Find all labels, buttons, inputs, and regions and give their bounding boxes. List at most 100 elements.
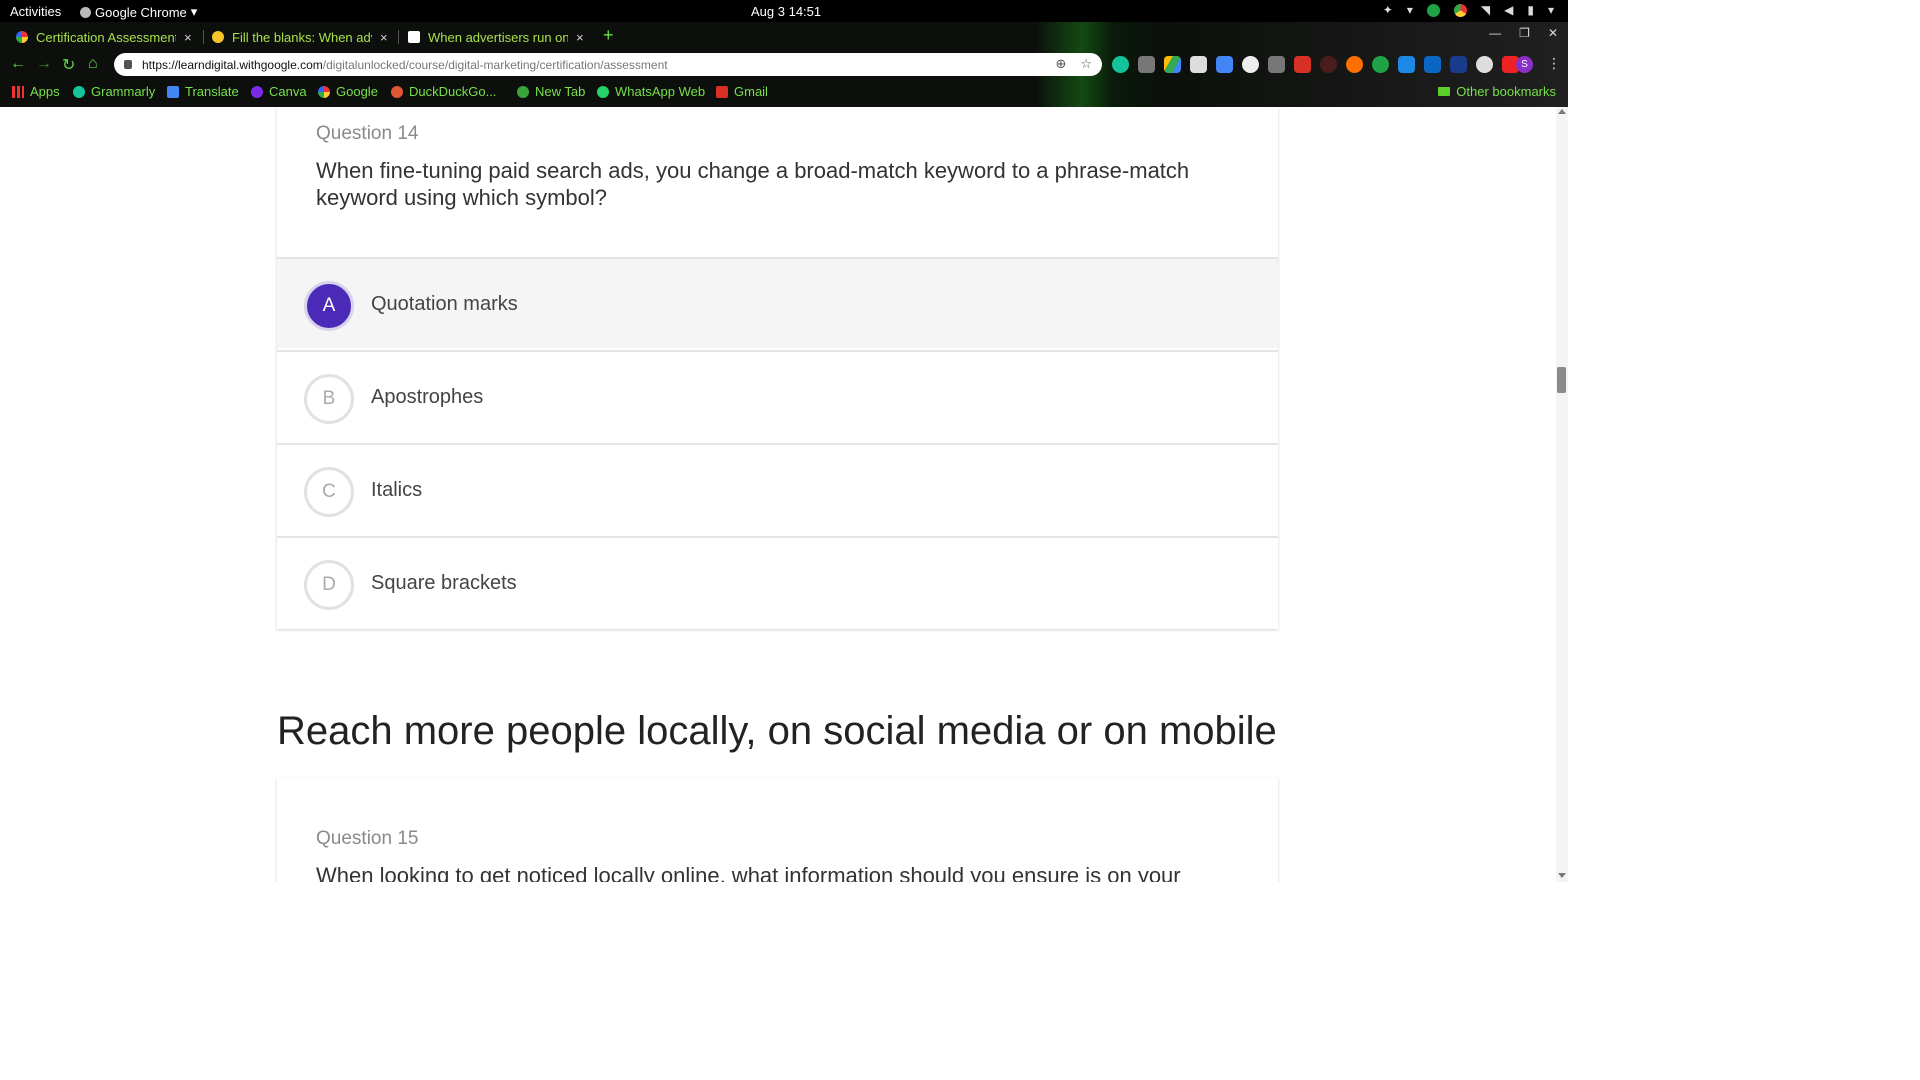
bookmark-canva[interactable]: Canva	[251, 84, 307, 99]
home-icon[interactable]: ⌂	[88, 55, 98, 73]
close-window-icon[interactable]: ✕	[1548, 26, 1558, 40]
close-icon[interactable]: ×	[380, 30, 388, 45]
linkedin-extension-icon[interactable]	[1424, 56, 1441, 73]
circle-extension-icon[interactable]	[1476, 56, 1493, 73]
grammarly-icon	[73, 85, 85, 98]
bulb-favicon-icon	[212, 31, 224, 43]
tab-certification-assessment[interactable]: Certification Assessment ×	[16, 25, 192, 49]
brainly-favicon-icon	[408, 31, 420, 43]
extension-icon[interactable]	[1138, 56, 1155, 73]
question-number: Question 15	[316, 828, 419, 849]
bookmark-label: Grammarly	[91, 84, 156, 99]
chevron-down-icon[interactable]: ▾	[1407, 3, 1413, 17]
question-card: Question 15 When looking to get noticed …	[277, 778, 1278, 882]
question-card: Question 14 When fine-tuning paid search…	[277, 107, 1278, 629]
answer-option-b[interactable]: B Apostrophes	[277, 350, 1278, 441]
reload-icon[interactable]: ↻	[62, 55, 75, 75]
option-letter: C	[304, 467, 354, 517]
bookmarks-bar: Apps Grammarly Translate Canva Google Du…	[0, 81, 1568, 105]
gmail-icon	[716, 85, 728, 98]
chrome-tray-icon[interactable]	[1453, 3, 1467, 17]
bookmark-label: WhatsApp Web	[615, 84, 706, 99]
bookmark-grammarly[interactable]: Grammarly	[73, 84, 155, 99]
clock[interactable]: Aug 3 14:51	[751, 4, 821, 19]
tab-fill-the-blanks[interactable]: Fill the blanks: When adv ×	[212, 25, 388, 49]
url-path: /digitalunlocked/course/digital-marketin…	[322, 57, 668, 72]
system-tray[interactable]: ✦ ▾ ◥ ◀ ▮ ▾	[1383, 3, 1554, 17]
evernote-extension-icon[interactable]	[1372, 56, 1389, 73]
bookmark-label: Apps	[30, 84, 60, 99]
bookmark-translate[interactable]: Translate	[167, 84, 239, 99]
google-icon	[318, 85, 330, 98]
option-text: Square brackets	[371, 572, 517, 594]
forward-arrow-icon[interactable]: →	[36, 55, 52, 73]
bookmark-label: Gmail	[734, 84, 768, 99]
new-tab-button[interactable]: +	[603, 25, 614, 46]
gmail-extension-icon[interactable]	[1294, 56, 1311, 73]
screen-extension-icon[interactable]	[1216, 56, 1233, 73]
bookmark-other[interactable]: Other bookmarks	[1438, 84, 1556, 99]
k-extension-icon[interactable]	[1320, 56, 1337, 73]
bookmark-google[interactable]: Google	[318, 84, 378, 99]
google-drive-extension-icon[interactable]	[1164, 56, 1181, 73]
triangle-extension-icon[interactable]	[1450, 56, 1467, 73]
tab-strip: Certification Assessment × Fill the blan…	[0, 22, 1568, 49]
app-menu[interactable]: Google Chrome ▾	[80, 4, 197, 20]
duckduckgo-icon	[391, 85, 403, 98]
wifi-icon[interactable]: ◥	[1481, 3, 1490, 17]
bookmark-label: Canva	[269, 84, 307, 99]
bookmark-apps[interactable]: Apps	[12, 84, 60, 99]
scroll-down-arrow-icon[interactable]	[1558, 873, 1566, 878]
omnibox-actions: ⊕ ☆	[1055, 56, 1092, 72]
zoom-icon[interactable]: ⊕	[1055, 56, 1066, 72]
option-letter: A	[304, 281, 354, 331]
timer-extension-icon[interactable]	[1242, 56, 1259, 73]
bookmark-label: Translate	[185, 84, 239, 99]
restore-icon[interactable]: ❐	[1519, 26, 1530, 40]
extensions-toolbar	[1112, 56, 1519, 73]
lock-icon[interactable]	[124, 60, 132, 69]
volume-icon[interactable]: ◀	[1504, 3, 1513, 17]
notification-bubble-icon[interactable]	[1426, 3, 1440, 17]
mail-extension-icon[interactable]	[1190, 56, 1207, 73]
close-icon[interactable]: ×	[184, 30, 192, 45]
page-scrollbar[interactable]	[1556, 107, 1568, 882]
s-extension-icon[interactable]	[1398, 56, 1415, 73]
back-arrow-icon[interactable]: ←	[10, 55, 26, 73]
menu-kebab-icon[interactable]: ⋮	[1547, 55, 1561, 72]
bookmark-duckduckgo[interactable]: DuckDuckGo...	[391, 84, 496, 99]
bookmark-label: DuckDuckGo...	[409, 84, 497, 99]
grammarly-extension-icon[interactable]	[1112, 56, 1129, 73]
tab-when-advertisers-run[interactable]: When advertisers run onl ×	[408, 25, 584, 49]
answer-option-c[interactable]: C Italics	[277, 443, 1278, 534]
scroll-thumb[interactable]	[1557, 367, 1566, 393]
globe-icon	[517, 85, 529, 98]
answer-option-d[interactable]: D Square brackets	[277, 536, 1278, 627]
bookmark-whatsapp-web[interactable]: WhatsApp Web	[597, 84, 705, 99]
section-heading: Reach more people locally, on social med…	[277, 709, 1277, 753]
navigation-bar: ← → ↻ ⌂ https://learndigital.withgoogle.…	[0, 51, 1568, 79]
bookmark-gmail[interactable]: Gmail	[716, 84, 768, 99]
bookmark-star-icon[interactable]: ☆	[1080, 56, 1092, 72]
chevron-down-icon[interactable]: ▾	[1548, 3, 1554, 17]
address-bar[interactable]: https://learndigital.withgoogle.com/digi…	[114, 53, 1102, 76]
answer-option-a[interactable]: A Quotation marks	[277, 257, 1278, 348]
google-favicon-icon	[16, 31, 28, 43]
record-extension-icon[interactable]	[1268, 56, 1285, 73]
accessibility-icon[interactable]: ✦	[1383, 3, 1393, 17]
bookmark-new-tab[interactable]: New Tab	[517, 84, 585, 99]
scroll-up-arrow-icon[interactable]	[1558, 109, 1566, 114]
honey-extension-icon[interactable]	[1346, 56, 1363, 73]
minimize-icon[interactable]: —	[1489, 26, 1501, 40]
profile-avatar[interactable]: S	[1516, 56, 1533, 73]
tab-separator	[398, 30, 399, 44]
question-text: When looking to get noticed locally onli…	[316, 863, 1181, 882]
option-text: Quotation marks	[371, 293, 518, 315]
bookmark-label: Google	[336, 84, 378, 99]
url-host: https://learndigital.withgoogle.com	[142, 57, 323, 72]
close-icon[interactable]: ×	[576, 30, 584, 45]
battery-icon[interactable]: ▮	[1527, 3, 1534, 17]
tab-title: When advertisers run onl	[428, 29, 568, 45]
activities-button[interactable]: Activities	[10, 4, 61, 19]
page-viewport: Question 14 When fine-tuning paid search…	[0, 107, 1568, 882]
